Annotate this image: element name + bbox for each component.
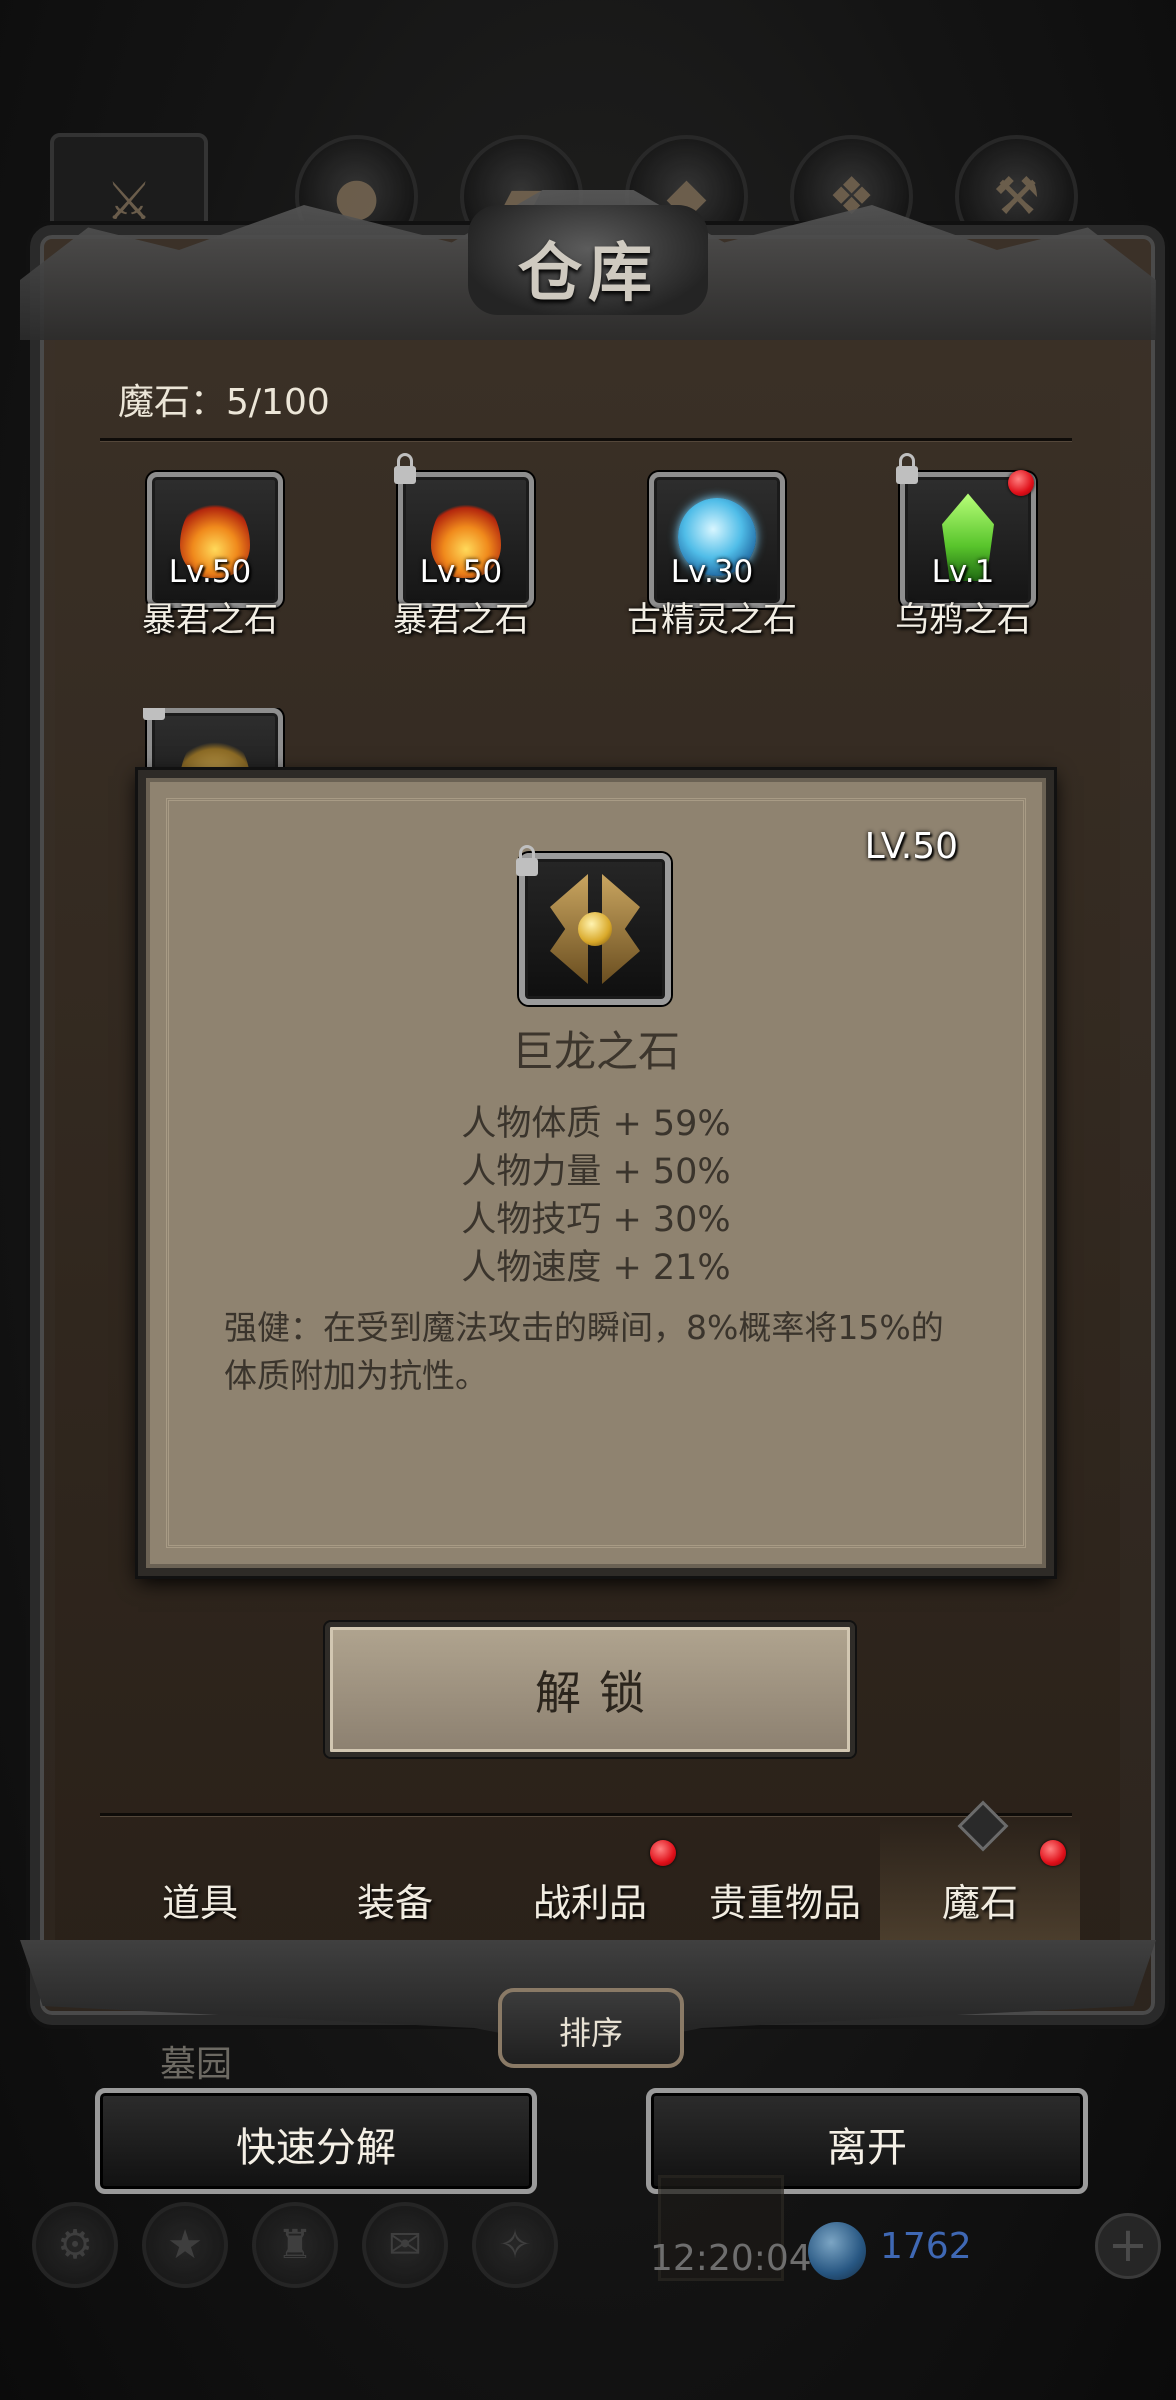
dragon-stone-icon (550, 874, 640, 984)
popup-stone-slot (519, 853, 671, 1005)
attribute-line: 人物速度 + 21% (461, 1248, 731, 1288)
stone-level: Lv.30 (670, 554, 754, 590)
clock-time: 12:20:04 (650, 2238, 812, 2279)
new-badge (650, 1840, 676, 1866)
stone-level: Lv.50 (419, 554, 503, 590)
skill-description: 强健：在受到魔法攻击的瞬间，8%概率将15%的体质附加为抗性。 (224, 1308, 944, 1395)
achievement-star-icon[interactable]: ★ (142, 2202, 228, 2288)
unlock-button-label: 解锁 (535, 1666, 663, 1720)
tab-label: 道具 (161, 1881, 238, 1925)
map-icon[interactable]: ✧ (472, 2202, 558, 2288)
stone-item[interactable]: Lv.1 乌鸦之石 (838, 453, 1088, 652)
location-label: 墓园 (160, 2044, 233, 2085)
divider-bottom (100, 1813, 1072, 1816)
stone-item[interactable]: Lv.30 古精灵之石 (587, 472, 837, 652)
lock-icon (143, 708, 165, 720)
tab-label: 魔石 (941, 1881, 1018, 1925)
popup-level: LV.50 (864, 826, 958, 867)
quick-dismantle-button[interactable]: 快速分解 (95, 2088, 537, 2194)
stone-level: Lv.1 (931, 554, 995, 590)
attribute-line: 人物体质 + 59% (461, 1104, 731, 1144)
new-badge (1040, 1840, 1066, 1866)
attribute-line: 人物技巧 + 30% (461, 1200, 731, 1240)
character-icon[interactable]: ♜ (252, 2202, 338, 2288)
mail-icon[interactable]: ✉ (362, 2202, 448, 2288)
sort-button-label: 排序 (558, 2014, 623, 2052)
new-badge (1008, 470, 1034, 496)
attribute-line: 人物力量 + 50% (461, 1152, 731, 1192)
currency-gem-icon (808, 2222, 866, 2280)
settings-gear-icon[interactable]: ⚙ (32, 2202, 118, 2288)
stone-name: 乌鸦之石 (895, 600, 1031, 640)
attribute-list: 人物体质 + 59% 人物力量 + 50% 人物技巧 + 30% 人物速度 + … (146, 1100, 1046, 1292)
lock-icon (516, 845, 538, 876)
page-title: 仓库 (518, 237, 658, 311)
popup-stone-name: 巨龙之石 (511, 1027, 680, 1076)
tab-label: 装备 (356, 1881, 433, 1925)
stone-name: 暴君之石 (142, 600, 278, 640)
tab-label: 贵重物品 (708, 1881, 861, 1925)
unlock-button[interactable]: 解锁 (325, 1622, 855, 1757)
quick-dismantle-label: 快速分解 (236, 2125, 396, 2171)
stone-item[interactable]: Lv.50 暴君之石 (336, 453, 586, 652)
stone-item[interactable]: Lv.50 暴君之石 (85, 472, 335, 652)
lock-icon (394, 453, 416, 484)
tab-label: 战利品 (532, 1881, 647, 1925)
divider-top (100, 438, 1072, 441)
stone-name: 暴君之石 (393, 600, 529, 640)
stone-level: Lv.50 (168, 554, 252, 590)
lock-icon (896, 453, 918, 484)
stone-count: 魔石：5/100 (118, 382, 330, 423)
leave-button-label: 离开 (827, 2125, 907, 2171)
add-currency-icon[interactable]: + (1095, 2213, 1161, 2279)
sort-button[interactable]: 排序 (498, 1988, 684, 2068)
currency-amount: 1762 (880, 2226, 972, 2267)
stone-name: 古精灵之石 (627, 600, 797, 640)
stone-detail-popup: LV.50 巨龙之石 人物体质 + 59% 人物力量 + 50% 人物技巧 + … (138, 770, 1054, 1576)
